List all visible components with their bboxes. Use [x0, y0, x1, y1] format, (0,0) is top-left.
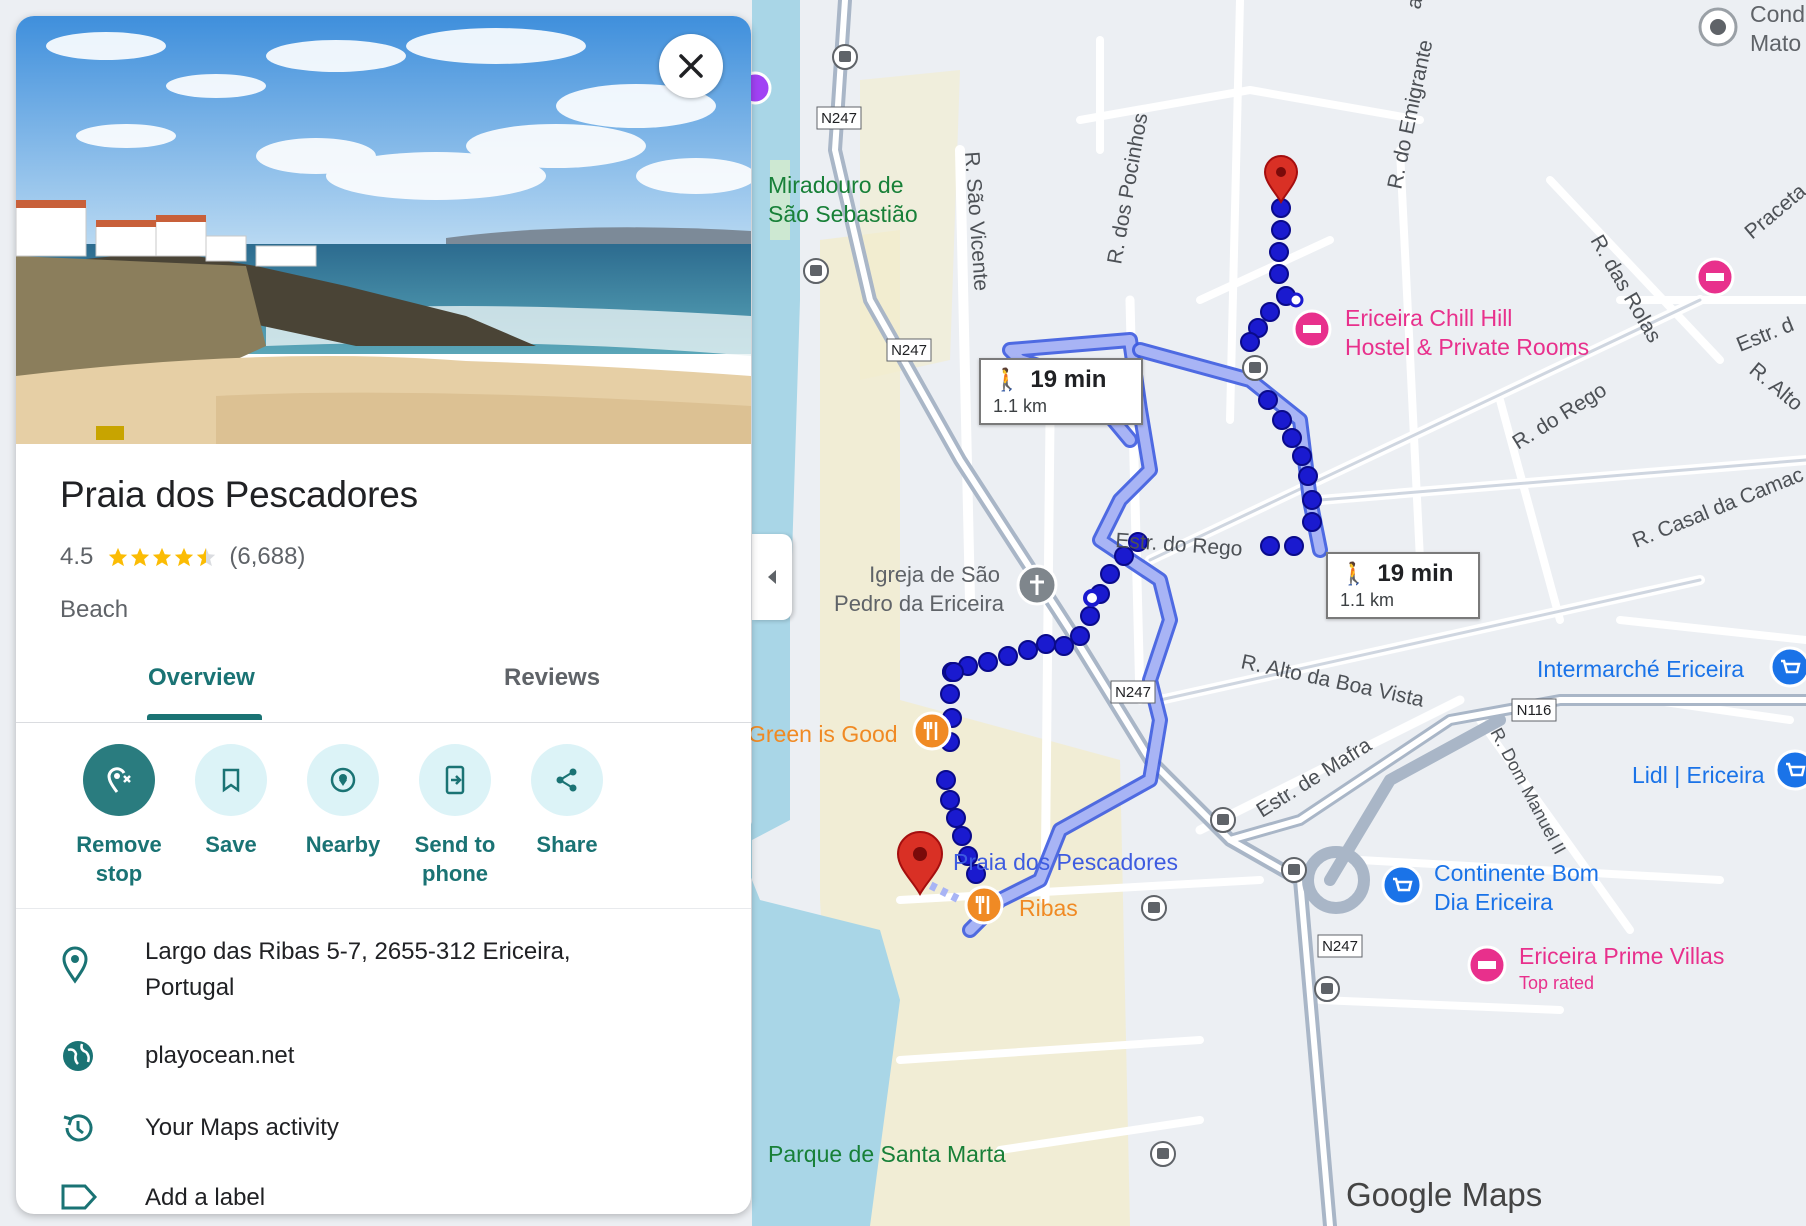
shopping-cart-icon[interactable]	[1381, 864, 1423, 906]
church-icon[interactable]	[1016, 564, 1058, 606]
place-category[interactable]: Beach	[60, 596, 128, 624]
walking-icon: 🚶	[1340, 561, 1368, 586]
route-waypoint	[1288, 292, 1304, 308]
shield-n247-2: N247	[891, 342, 927, 359]
place-title: Praia dos Pescadores	[60, 474, 418, 515]
website-row[interactable]: playocean.net	[16, 1038, 751, 1086]
poi-praia-map-label: Praia dos Pescadores	[953, 849, 1178, 875]
history-icon	[63, 1114, 93, 1142]
route-time: 19 min	[1377, 560, 1454, 587]
shopping-cart-icon[interactable]	[1774, 749, 1806, 791]
tab-overview[interactable]: Overview	[148, 664, 255, 692]
share-icon	[556, 768, 577, 792]
place-card: Praia dos Pescadores 4.5 (6,688) Beach O…	[16, 16, 751, 1214]
add-label-row[interactable]: Add a label	[16, 1180, 751, 1214]
star-icon	[109, 547, 128, 567]
poi-intermarche: Intermarché Ericeira	[1537, 656, 1744, 682]
route-bubble-primary[interactable]: 🚶 19 min 1.1 km	[1326, 552, 1480, 619]
share-circle	[531, 744, 603, 816]
poi-igreja-line2: Pedro da Ericeira	[834, 591, 1005, 616]
label-icon	[61, 1184, 98, 1210]
poi-hostel-line1: Ericeira Chill Hill	[1345, 305, 1512, 331]
bookmark-icon	[222, 768, 240, 793]
nearby-icon	[330, 767, 356, 793]
restaurant-icon[interactable]	[964, 885, 1004, 925]
star-icon	[197, 547, 216, 567]
poi-top-rated: Top rated	[1519, 973, 1594, 993]
star-icon	[153, 547, 172, 567]
poi-miradouro-line2: São Sebastião	[768, 201, 918, 227]
address-row[interactable]: Largo das Ribas 5-7, 2655-312 Ericeira, …	[16, 934, 751, 1014]
review-count[interactable]: (6,688)	[229, 543, 305, 571]
poi-ribas: Ribas	[1019, 895, 1078, 921]
shield-n116: N116	[1517, 702, 1552, 719]
place-marker-icon[interactable]	[1698, 7, 1738, 47]
poi-cond-mato-2: Mato	[1750, 30, 1801, 56]
action-buttons: Remove stop Save Nearby Send to phone Sh…	[16, 728, 751, 909]
route-time: 19 min	[1030, 366, 1107, 393]
globe-icon	[63, 1041, 93, 1071]
share-button[interactable]: Share	[497, 744, 637, 859]
hotel-icon[interactable]	[1292, 309, 1332, 349]
shield-n247-4: N247	[1322, 938, 1358, 955]
chevron-left-icon	[768, 570, 776, 584]
share-label: Share	[536, 832, 598, 857]
route-waypoint-2	[1083, 589, 1101, 607]
poi-continente-line2: Dia Ericeira	[1434, 889, 1553, 915]
add-label-text: Add a label	[145, 1184, 266, 1211]
poi-cond-mato-1: Cond	[1750, 1, 1805, 27]
star-icon	[131, 547, 150, 567]
rating-stars	[107, 546, 217, 568]
collapse-panel-button[interactable]	[752, 534, 792, 620]
poi-igreja-line1: Igreja de São	[869, 562, 1000, 587]
shield-n247-3: N247	[1115, 684, 1151, 701]
poi-hostel-line2: Hostel & Private Rooms	[1345, 334, 1589, 360]
maps-activity-text: Your Maps activity	[145, 1114, 339, 1141]
close-icon	[679, 54, 703, 78]
poi-green-is-good: Green is Good	[748, 721, 898, 747]
active-tab-indicator	[147, 714, 262, 720]
brand-google: Google	[1346, 1176, 1453, 1213]
poi-miradouro-line1: Miradouro de	[768, 172, 904, 198]
save-circle	[195, 744, 267, 816]
google-maps-logo: Google Maps	[1346, 1176, 1542, 1214]
route-distance: 1.1 km	[1340, 590, 1395, 610]
poi-lidl: Lidl | Ericeira	[1632, 762, 1765, 788]
route-distance: 1.1 km	[993, 396, 1048, 416]
hotel-icon[interactable]	[1695, 257, 1735, 297]
send-to-phone-icon	[445, 765, 465, 795]
tab-bar: Overview Reviews	[16, 646, 751, 723]
hotel-icon[interactable]	[1467, 945, 1507, 985]
rating-summary[interactable]: 4.5 (6,688)	[60, 543, 305, 571]
location-pin-icon	[62, 946, 88, 984]
poi-prime-villas: Ericeira Prime Villas	[1519, 943, 1724, 969]
star-icon	[175, 547, 194, 567]
rating-value: 4.5	[60, 543, 94, 570]
website-link[interactable]: playocean.net	[145, 1038, 625, 1074]
maps-activity-row[interactable]: Your Maps activity	[16, 1110, 751, 1158]
poi-parque: Parque de Santa Marta	[768, 1141, 1006, 1167]
tab-reviews[interactable]: Reviews	[504, 664, 600, 692]
close-button[interactable]	[659, 34, 723, 98]
restaurant-icon[interactable]	[912, 711, 952, 751]
address-text: Largo das Ribas 5-7, 2655-312 Ericeira, …	[145, 938, 571, 1001]
poi-continente-line1: Continente Bom	[1434, 860, 1599, 886]
walking-icon: 🚶	[993, 367, 1021, 392]
send-to-phone-circle	[419, 744, 491, 816]
remove-location-icon	[107, 767, 131, 793]
route-bubble-alt[interactable]: 🚶 19 min 1.1 km	[979, 358, 1143, 425]
brand-maps: Maps	[1461, 1176, 1543, 1213]
nearby-circle	[307, 744, 379, 816]
shield-n247-1: N247	[821, 110, 857, 127]
shopping-cart-icon[interactable]	[1769, 646, 1806, 688]
place-photo[interactable]	[16, 16, 751, 444]
beach-photo-image	[16, 16, 751, 444]
remove-stop-circle	[83, 744, 155, 816]
